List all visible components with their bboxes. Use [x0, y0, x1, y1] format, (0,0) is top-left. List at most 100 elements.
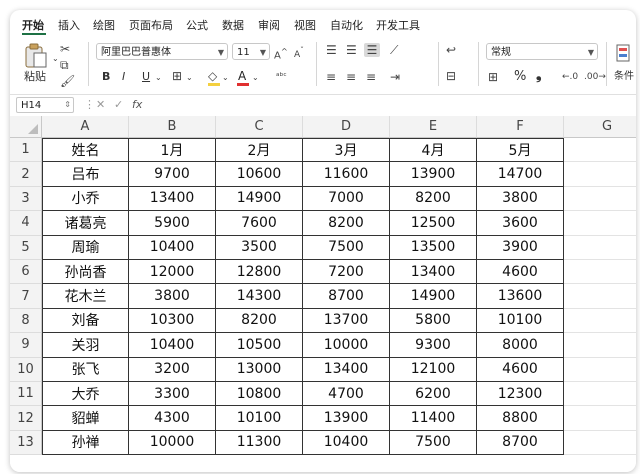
- table-cell[interactable]: 3800: [129, 284, 216, 309]
- table-cell[interactable]: 13600: [477, 284, 564, 309]
- conditional-formatting-button[interactable]: 条件: [614, 42, 636, 86]
- currency-icon[interactable]: ⊞: [488, 70, 498, 84]
- table-cell[interactable]: 8700: [477, 430, 564, 456]
- tab-formulas[interactable]: 公式: [186, 17, 208, 33]
- wrap-text-icon[interactable]: ↩: [446, 43, 456, 57]
- row-header[interactable]: 10: [10, 357, 42, 382]
- table-cell[interactable]: 13400: [129, 186, 216, 212]
- table-cell[interactable]: 孙禅: [42, 430, 129, 456]
- align-center-icon[interactable]: ≡: [346, 70, 356, 84]
- empty-cell[interactable]: [564, 138, 636, 163]
- header-cell[interactable]: 姓名: [42, 138, 129, 163]
- font-color-dropdown-icon[interactable]: ⌄: [252, 71, 259, 85]
- table-cell[interactable]: 7500: [390, 430, 477, 456]
- header-cell[interactable]: 5月: [477, 138, 564, 163]
- font-name-select[interactable]: 阿里巴巴普惠体 ▼: [96, 43, 228, 60]
- table-cell[interactable]: 关羽: [42, 333, 129, 358]
- table-cell[interactable]: 3200: [129, 357, 216, 382]
- table-cell[interactable]: 8200: [390, 186, 477, 212]
- table-cell[interactable]: 张飞: [42, 357, 129, 382]
- tab-draw[interactable]: 绘图: [93, 17, 115, 33]
- table-cell[interactable]: 14900: [390, 284, 477, 309]
- table-cell[interactable]: 3900: [477, 235, 564, 260]
- table-cell[interactable]: 10400: [303, 430, 390, 456]
- percent-button[interactable]: %: [514, 70, 526, 84]
- table-cell[interactable]: 11300: [216, 430, 303, 456]
- row-header[interactable]: 11: [10, 382, 42, 407]
- empty-cell[interactable]: [564, 211, 636, 236]
- paste-dropdown-icon[interactable]: ⌄: [52, 52, 59, 66]
- table-cell[interactable]: 14900: [216, 186, 303, 212]
- format-painter-icon[interactable]: 🖌: [60, 74, 75, 88]
- tab-automate[interactable]: 自动化: [330, 17, 363, 33]
- table-cell[interactable]: 3800: [477, 186, 564, 212]
- table-cell[interactable]: 周瑜: [42, 235, 129, 260]
- table-cell[interactable]: 8200: [216, 308, 303, 334]
- table-cell[interactable]: 4600: [477, 357, 564, 382]
- row-header[interactable]: 4: [10, 211, 42, 236]
- indent-icon[interactable]: ⇥: [390, 70, 400, 84]
- column-header[interactable]: D: [303, 116, 390, 138]
- column-header[interactable]: B: [129, 116, 216, 138]
- table-cell[interactable]: 8800: [477, 406, 564, 431]
- table-cell[interactable]: 4600: [477, 260, 564, 285]
- align-middle-icon[interactable]: ☰: [346, 43, 357, 57]
- number-format-select[interactable]: 常规 ▼: [486, 43, 598, 60]
- table-cell[interactable]: 7200: [303, 260, 390, 285]
- table-cell[interactable]: 10800: [216, 382, 303, 407]
- empty-cell[interactable]: [564, 431, 636, 456]
- table-cell[interactable]: 7600: [216, 211, 303, 236]
- select-all-corner[interactable]: [10, 116, 42, 138]
- empty-cell[interactable]: [564, 236, 636, 260]
- merge-center-icon[interactable]: ⊟: [446, 69, 456, 83]
- table-cell[interactable]: 13000: [216, 357, 303, 382]
- empty-cell[interactable]: [564, 187, 636, 212]
- comma-button[interactable]: ❟: [536, 68, 542, 82]
- table-cell[interactable]: 5900: [129, 211, 216, 236]
- tab-data[interactable]: 数据: [222, 17, 244, 33]
- table-cell[interactable]: 小乔: [42, 186, 129, 212]
- empty-cell[interactable]: [564, 162, 636, 187]
- table-cell[interactable]: 12100: [390, 357, 477, 382]
- row-header[interactable]: 7: [10, 284, 42, 309]
- font-size-select[interactable]: 11 ▼: [232, 43, 270, 60]
- increase-font-icon[interactable]: A^: [274, 44, 288, 63]
- row-header[interactable]: 8: [10, 308, 42, 334]
- table-cell[interactable]: 13400: [390, 260, 477, 285]
- table-cell[interactable]: 8200: [303, 211, 390, 236]
- table-cell[interactable]: 10000: [129, 430, 216, 456]
- name-box[interactable]: H14 ⇕: [16, 97, 74, 113]
- header-cell[interactable]: 3月: [303, 138, 390, 163]
- table-cell[interactable]: 吕布: [42, 162, 129, 187]
- underline-dropdown-icon[interactable]: ⌄: [155, 71, 162, 85]
- phonetic-icon[interactable]: ᵃᵇᶜ: [276, 70, 287, 84]
- table-cell[interactable]: 8000: [477, 333, 564, 358]
- row-header[interactable]: 12: [10, 406, 42, 431]
- table-cell[interactable]: 5800: [390, 308, 477, 334]
- column-header[interactable]: C: [216, 116, 303, 138]
- align-left-icon[interactable]: ≡: [326, 70, 336, 84]
- empty-cell[interactable]: [564, 382, 636, 407]
- italic-button[interactable]: I: [122, 70, 125, 84]
- table-cell[interactable]: 6200: [390, 382, 477, 407]
- table-cell[interactable]: 刘备: [42, 308, 129, 334]
- table-cell[interactable]: 8700: [303, 284, 390, 309]
- tab-home[interactable]: 开始: [22, 17, 44, 33]
- row-header[interactable]: 9: [10, 333, 42, 358]
- table-cell[interactable]: 10400: [129, 333, 216, 358]
- table-cell[interactable]: 7500: [303, 235, 390, 260]
- bold-button[interactable]: B: [102, 70, 110, 84]
- table-cell[interactable]: 花木兰: [42, 284, 129, 309]
- borders-icon[interactable]: ⊞: [172, 69, 182, 83]
- table-cell[interactable]: 10600: [216, 162, 303, 187]
- table-cell[interactable]: 孙尚香: [42, 260, 129, 285]
- tab-view[interactable]: 视图: [294, 17, 316, 33]
- table-cell[interactable]: 10500: [216, 333, 303, 358]
- empty-cell[interactable]: [564, 406, 636, 431]
- table-cell[interactable]: 13500: [390, 235, 477, 260]
- align-right-icon[interactable]: ≡: [366, 70, 376, 84]
- name-box-stepper-icon[interactable]: ⇕: [64, 97, 71, 113]
- header-cell[interactable]: 2月: [216, 138, 303, 163]
- table-cell[interactable]: 13900: [390, 162, 477, 187]
- table-cell[interactable]: 貂蝉: [42, 406, 129, 431]
